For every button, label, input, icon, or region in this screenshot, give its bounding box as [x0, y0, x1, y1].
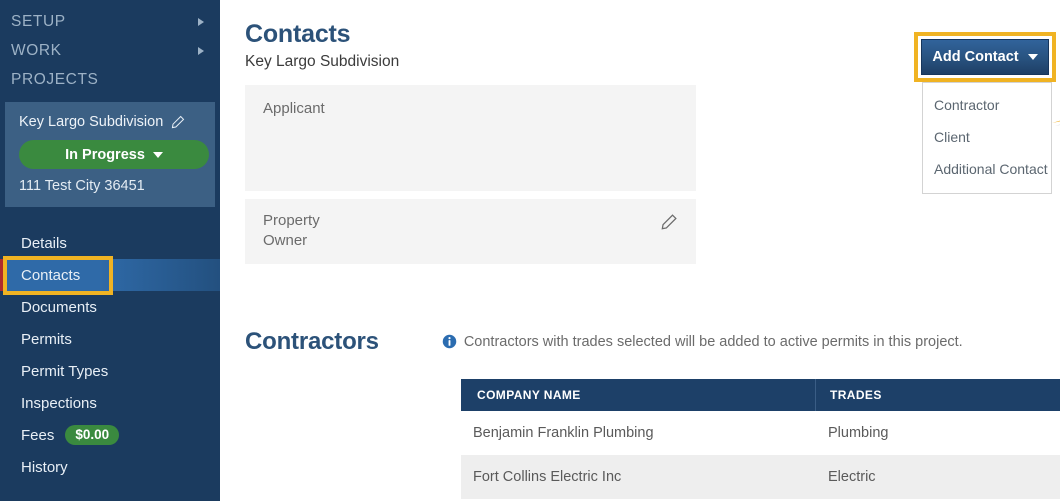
contact-card-line1: Property [263, 212, 320, 229]
sidebar-top-nav: SETUP WORK PROJECTS [0, 0, 220, 94]
sidebar-top-item-label: PROJECTS [11, 70, 99, 88]
cell-trades: Plumbing [828, 425, 889, 441]
cell-company-name: Benjamin Franklin Plumbing [473, 425, 654, 441]
app-root: SETUP WORK PROJECTS Key Largo Subdivisio… [0, 0, 1060, 501]
sidebar-item-label: Permits [21, 330, 72, 348]
info-icon [442, 334, 457, 349]
sidebar-item-documents[interactable]: Documents [0, 291, 220, 323]
add-contact-area: Add Contact Contractor Client Additional… [914, 32, 1056, 194]
sidebar-section-nav: Details Contacts Documents Permits Permi… [0, 227, 220, 483]
chevron-down-icon [152, 151, 163, 158]
sidebar-top-item-setup[interactable]: SETUP [0, 7, 220, 36]
cell-company-name: Fort Collins Electric Inc [473, 469, 622, 485]
sidebar-item-label: Permit Types [21, 362, 109, 380]
sidebar-item-history[interactable]: History [0, 451, 220, 483]
sidebar-item-permit-types[interactable]: Permit Types [0, 355, 220, 387]
chevron-down-icon [1027, 54, 1038, 60]
contractors-note-text: Contractors with trades selected will be… [463, 333, 963, 350]
contact-card-property-owner[interactable]: Property Owner [245, 199, 696, 264]
sidebar-item-inspections[interactable]: Inspections [0, 387, 220, 419]
pencil-icon[interactable] [170, 115, 185, 130]
project-summary-card: Key Largo Subdivision In Progress 111 Te… [5, 102, 215, 207]
project-status-label: In Progress [65, 146, 145, 163]
contact-card-line2: Owner [263, 231, 308, 249]
contact-card-applicant[interactable]: Applicant [245, 85, 696, 191]
contact-card-line1: Applicant [263, 100, 325, 117]
sidebar-top-item-projects[interactable]: PROJECTS [0, 65, 220, 94]
add-contact-button[interactable]: Add Contact [921, 39, 1049, 75]
add-contact-label: Add Contact [932, 49, 1019, 65]
column-header-trades[interactable]: TRADES [816, 379, 1060, 411]
pencil-icon[interactable] [659, 213, 678, 232]
contractors-table: COMPANY NAME TRADES Benjamin Franklin Pl… [461, 379, 1060, 499]
sidebar-top-item-work[interactable]: WORK [0, 36, 220, 65]
contractors-note: Contractors with trades selected will be… [442, 334, 963, 350]
contractors-section-header: Contractors Contractors with trades sele… [245, 328, 1038, 356]
fees-amount-badge: $0.00 [65, 424, 120, 446]
contractors-title: Contractors [245, 328, 379, 355]
menu-item-client[interactable]: Client [923, 121, 1051, 153]
sidebar-item-permits[interactable]: Permits [0, 323, 220, 355]
sidebar-item-fees[interactable]: Fees $0.00 [0, 419, 220, 451]
sidebar-item-label: Contacts [21, 266, 81, 284]
table-header-row: COMPANY NAME TRADES [461, 379, 1060, 411]
table-row[interactable]: Benjamin Franklin Plumbing Plumbing [461, 411, 1060, 455]
sidebar-item-contacts[interactable]: Contacts [0, 259, 220, 291]
contact-cards-list: Applicant Property Owner [245, 85, 696, 264]
project-title-row: Key Largo Subdivision [19, 114, 203, 130]
table-row[interactable]: Fort Collins Electric Inc Electric [461, 455, 1060, 499]
project-name: Key Largo Subdivision [19, 114, 164, 130]
sidebar-item-label: Inspections [21, 394, 97, 412]
sidebar-top-item-label: SETUP [11, 12, 66, 30]
sidebar-item-details[interactable]: Details [0, 227, 220, 259]
column-header-company-name[interactable]: COMPANY NAME [461, 379, 816, 411]
sidebar-top-item-label: WORK [11, 41, 62, 59]
chevron-right-icon [198, 46, 204, 55]
add-contact-menu: Contractor Client Additional Contact [922, 82, 1052, 194]
project-address: 111 Test City 36451 [19, 178, 145, 194]
sidebar-item-label: Documents [21, 298, 97, 316]
menu-item-additional-contact[interactable]: Additional Contact [923, 153, 1051, 185]
sidebar-item-label: Fees [21, 426, 55, 444]
sidebar: SETUP WORK PROJECTS Key Largo Subdivisio… [0, 0, 220, 501]
sidebar-item-label: Details [21, 234, 67, 252]
chevron-right-icon [198, 17, 204, 26]
project-status-dropdown[interactable]: In Progress [19, 140, 209, 169]
sidebar-item-label: History [21, 458, 68, 476]
menu-item-contractor[interactable]: Contractor [923, 89, 1051, 121]
cell-trades: Electric [828, 469, 876, 485]
main-content: Contacts Key Largo Subdivision Applicant… [220, 0, 1060, 501]
